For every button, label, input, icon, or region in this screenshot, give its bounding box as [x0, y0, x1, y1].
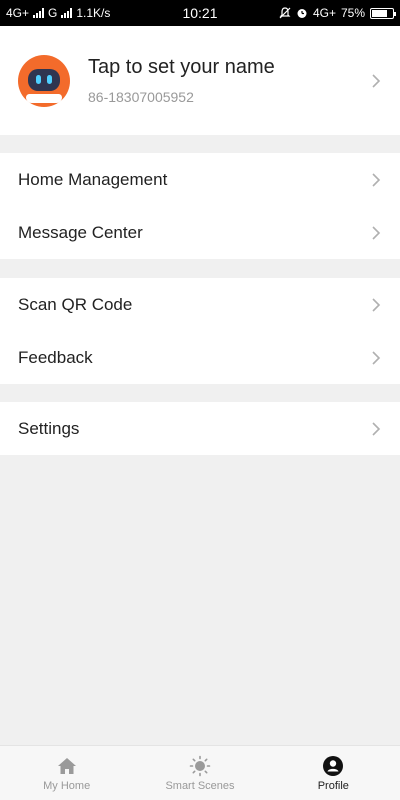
profile-card[interactable]: Tap to set your name 86-18307005952	[0, 26, 400, 135]
menu-item-message-center[interactable]: Message Center	[0, 206, 400, 259]
avatar[interactable]	[18, 54, 70, 107]
menu-item-scan-qr-code[interactable]: Scan QR Code	[0, 278, 400, 331]
chevron-right-icon	[372, 297, 381, 312]
network-type-label-2: G	[48, 6, 58, 20]
menu-group-3: Settings	[0, 402, 400, 455]
signal-icon	[33, 8, 45, 18]
network-type-label-3: 4G+	[312, 6, 336, 20]
status-bar: 4G+ G 1.1K/s 10:21 4G+ 75%	[0, 0, 400, 26]
chevron-right-icon	[372, 172, 381, 187]
tab-label: Profile	[317, 779, 349, 792]
menu-item-label: Feedback	[18, 347, 93, 367]
tab-profile[interactable]: Profile	[267, 746, 400, 800]
menu-item-label: Scan QR Code	[18, 294, 133, 314]
menu-item-home-management[interactable]: Home Management	[0, 153, 400, 206]
notifications-off-icon	[279, 7, 291, 19]
profile-name[interactable]: Tap to set your name	[88, 56, 370, 79]
menu-item-label: Message Center	[18, 222, 143, 242]
menu-item-label: Settings	[18, 418, 80, 438]
bottom-tab-bar: My Home Smart Scenes Profile	[0, 745, 400, 800]
chevron-right-icon	[372, 225, 381, 240]
battery-icon	[370, 7, 396, 19]
profile-icon	[323, 755, 344, 776]
chevron-right-icon	[372, 73, 381, 88]
menu-group-2: Scan QR Code Feedback	[0, 278, 400, 384]
tab-my-home[interactable]: My Home	[0, 746, 133, 800]
chevron-right-icon	[372, 350, 381, 365]
tab-label: My Home	[43, 779, 91, 792]
menu-item-settings[interactable]: Settings	[0, 402, 400, 455]
profile-phone: 86-18307005952	[88, 89, 194, 105]
sun-icon	[189, 755, 211, 776]
menu-group-1: Home Management Message Center	[0, 153, 400, 259]
signal-icon-2	[61, 8, 73, 18]
alarm-icon	[297, 9, 307, 18]
network-type-label: 4G+	[6, 6, 30, 20]
battery-percent: 75%	[340, 6, 365, 20]
home-icon	[57, 757, 76, 774]
menu-item-feedback[interactable]: Feedback	[0, 331, 400, 384]
tab-label: Smart Scenes	[165, 779, 235, 792]
menu-item-label: Home Management	[18, 169, 168, 189]
network-speed: 1.1K/s	[76, 6, 111, 20]
tab-smart-scenes[interactable]: Smart Scenes	[133, 746, 266, 800]
clock: 10:21	[182, 5, 218, 21]
chevron-right-icon	[372, 421, 381, 436]
